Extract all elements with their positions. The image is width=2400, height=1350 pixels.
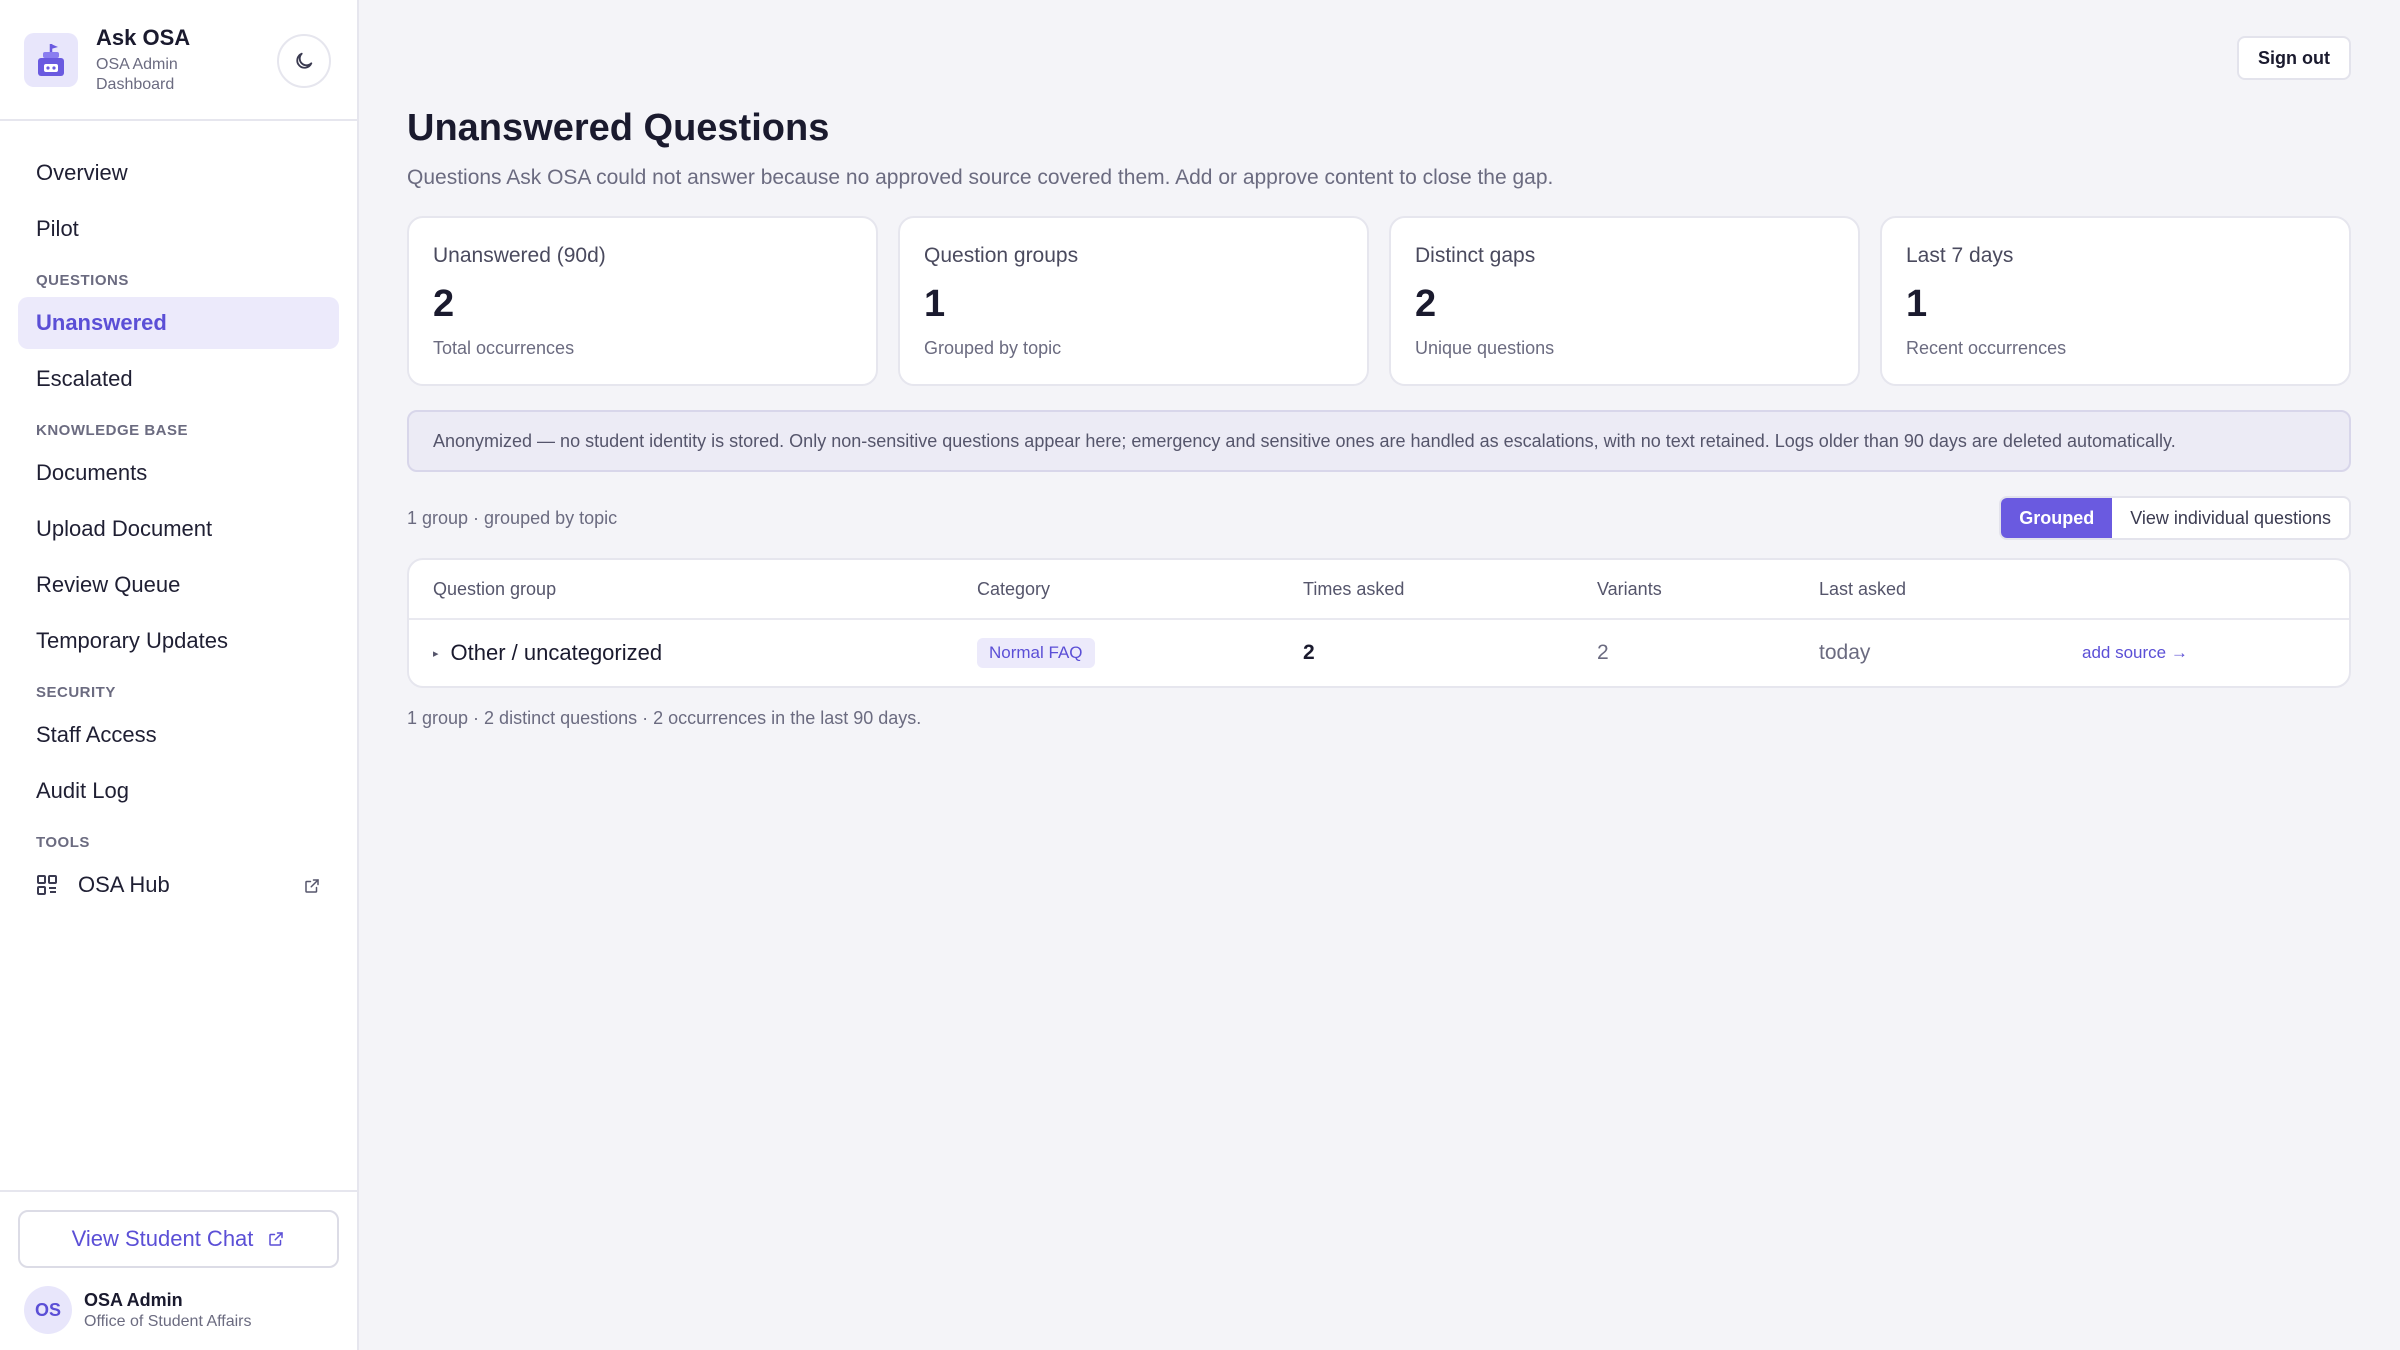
sidebar-item-label: Temporary Updates — [36, 628, 228, 653]
page-description: Questions Ask OSA could not answer becau… — [407, 166, 1554, 189]
stat-card-unanswered: Unanswered (90d) 2 Total occurrences — [407, 216, 878, 386]
last-asked-value: today — [1819, 641, 1871, 664]
brand-subtitle: OSA Admin Dashboard — [96, 55, 178, 93]
variants-value: 2 — [1597, 641, 1609, 664]
question-group-name: Other / uncategorized — [450, 640, 663, 665]
external-link-icon — [303, 875, 321, 893]
stat-label: Unanswered (90d) — [433, 244, 606, 267]
avatar: OS — [24, 1286, 72, 1334]
user-profile: OS OSA Admin Office of Student Affairs — [18, 1286, 339, 1334]
grouped-view-button[interactable]: Grouped — [2001, 498, 2113, 538]
sidebar-item-unanswered[interactable]: Unanswered — [18, 297, 339, 349]
user-name: OSA Admin — [84, 1289, 183, 1310]
sidebar-item-pilot[interactable]: Pilot — [18, 203, 339, 255]
privacy-notice: Anonymized — no student identity is stor… — [407, 410, 2351, 472]
sidebar-item-label: Upload Document — [36, 516, 213, 541]
sidebar-item-documents[interactable]: Documents — [18, 447, 339, 499]
table-footer-summary: 1 group · 2 distinct questions · 2 occur… — [407, 708, 922, 728]
sidebar-item-osa-hub[interactable]: OSA Hub — [18, 859, 339, 911]
table-row[interactable]: ▸ Other / uncategorized Normal FAQ 2 2 t… — [409, 620, 2349, 686]
stat-label: Last 7 days — [1906, 244, 2014, 267]
sidebar-item-label: OSA Hub — [78, 872, 170, 897]
caret-right-icon: ▸ — [433, 647, 439, 660]
sidebar-item-audit-log[interactable]: Audit Log — [18, 765, 339, 817]
table-header: Question group Category Times asked Vari… — [409, 560, 2349, 620]
sidebar-item-staff-access[interactable]: Staff Access — [18, 709, 339, 761]
sidebar-item-overview[interactable]: Overview — [18, 147, 339, 199]
stat-label: Distinct gaps — [1415, 244, 1536, 267]
sidebar-item-label: Documents — [36, 460, 148, 485]
stat-subtext: Unique questions — [1415, 338, 1555, 358]
brand-title: Ask OSA — [96, 24, 191, 50]
nav-section-knowledge-base: KNOWLEDGE BASE — [36, 422, 189, 439]
theme-toggle-button[interactable] — [277, 34, 331, 88]
app-shell: Ask OSA OSA Admin Dashboard Overview Pil… — [0, 0, 2400, 1350]
sign-out-button[interactable]: Sign out — [2237, 36, 2351, 80]
column-header-times-asked[interactable]: Times asked — [1303, 579, 1597, 600]
student-chat-label: View Student Chat — [71, 1226, 254, 1251]
sidebar-item-label: Escalated — [36, 366, 133, 391]
sidebar-nav: Overview Pilot QUESTIONS Unanswered Esca… — [0, 121, 357, 911]
column-header-category[interactable]: Category — [977, 579, 1303, 600]
stat-value: 2 — [1415, 283, 1437, 325]
main-content: Sign out Unanswered Questions Questions … — [359, 0, 2400, 1350]
stat-subtext: Recent occurrences — [1906, 338, 2067, 358]
brand-header: Ask OSA OSA Admin Dashboard — [0, 0, 357, 121]
nav-section-security: SECURITY — [36, 684, 116, 701]
stat-subtext: Total occurrences — [433, 338, 575, 358]
stat-card-last-7-days: Last 7 days 1 Recent occurrences — [1880, 216, 2351, 386]
column-header-last-asked[interactable]: Last asked — [1819, 579, 2082, 600]
stat-value: 2 — [433, 283, 455, 325]
sidebar-item-label: Staff Access — [36, 722, 157, 747]
sidebar-item-label: Pilot — [36, 216, 79, 241]
sidebar-item-temporary-updates[interactable]: Temporary Updates — [18, 615, 339, 667]
view-toggle: Grouped View individual questions — [1999, 496, 2351, 540]
sidebar-footer: View Student Chat OS OSA Admin Office of… — [0, 1190, 357, 1350]
question-groups-table: Question group Category Times asked Vari… — [407, 558, 2351, 688]
robot-icon — [24, 32, 78, 87]
nav-section-tools: TOOLS — [36, 834, 90, 851]
view-student-chat-button[interactable]: View Student Chat — [18, 1210, 339, 1268]
grid-icon — [36, 874, 58, 896]
sidebar-item-escalated[interactable]: Escalated — [18, 353, 339, 405]
stat-card-distinct-gaps: Distinct gaps 2 Unique questions — [1389, 216, 1860, 386]
sidebar-item-upload-document[interactable]: Upload Document — [18, 503, 339, 555]
view-toolbar: 1 group · grouped by topic Grouped View … — [407, 496, 2351, 540]
expand-group-toggle[interactable]: ▸ Other / uncategorized — [433, 640, 977, 666]
sidebar-item-label: Review Queue — [36, 572, 181, 597]
stat-value: 1 — [924, 283, 946, 325]
column-header-variants[interactable]: Variants — [1597, 579, 1819, 600]
times-asked-value: 2 — [1303, 641, 1315, 664]
sidebar-item-label: Unanswered — [36, 310, 167, 335]
external-link-icon — [269, 1232, 284, 1246]
user-org: Office of Student Affairs — [84, 1312, 252, 1330]
stat-card-question-groups: Question groups 1 Grouped by topic — [898, 216, 1369, 386]
column-header-question-group[interactable]: Question group — [433, 579, 977, 600]
stats-row: Unanswered (90d) 2 Total occurrences Que… — [407, 216, 2351, 386]
sidebar-item-review-queue[interactable]: Review Queue — [18, 559, 339, 611]
add-source-link[interactable]: add source → — [2082, 643, 2188, 662]
sidebar: Ask OSA OSA Admin Dashboard Overview Pil… — [0, 0, 359, 1350]
stat-subtext: Grouped by topic — [924, 338, 1062, 358]
group-summary: 1 group · grouped by topic — [407, 507, 618, 528]
sidebar-item-label: Overview — [36, 160, 128, 185]
stat-value: 1 — [1906, 283, 1928, 325]
category-badge: Normal FAQ — [977, 638, 1095, 668]
moon-icon — [296, 52, 313, 69]
page-title: Unanswered Questions — [407, 107, 830, 149]
sidebar-item-label: Audit Log — [36, 778, 129, 803]
individual-view-button[interactable]: View individual questions — [2112, 498, 2349, 538]
nav-section-questions: QUESTIONS — [36, 272, 129, 289]
stat-label: Question groups — [924, 244, 1079, 267]
